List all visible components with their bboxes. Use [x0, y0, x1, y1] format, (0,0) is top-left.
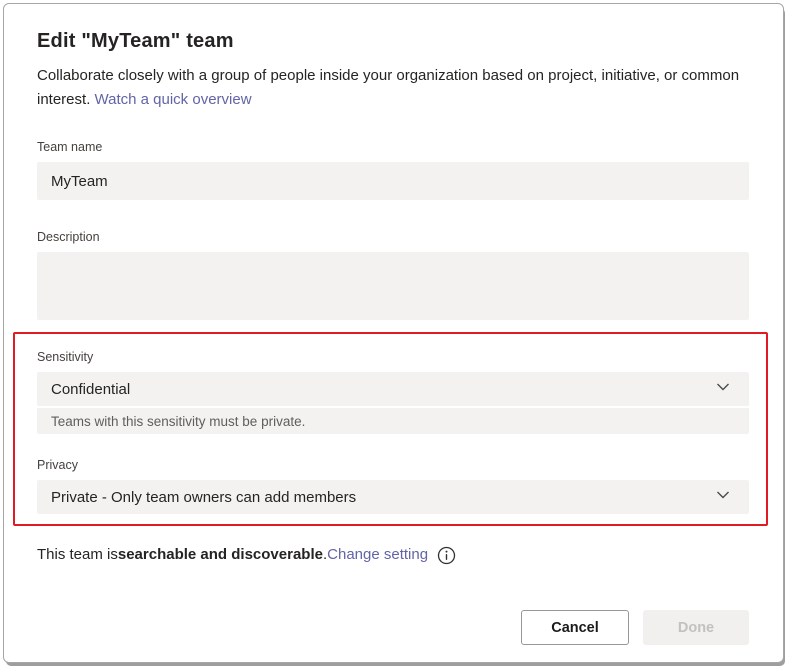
red-highlight-box: Sensitivity Confidential Teams with this…	[13, 332, 768, 526]
sensitivity-helper: Teams with this sensitivity must be priv…	[37, 408, 749, 434]
privacy-dropdown[interactable]: Private - Only team owners can add membe…	[37, 480, 749, 514]
change-setting-link[interactable]: Change setting	[327, 544, 428, 566]
dialog-title: Edit "MyTeam" team	[37, 30, 234, 52]
description-input[interactable]	[37, 252, 749, 320]
team-name-label: Team name	[37, 140, 103, 154]
dialog-actions: Cancel Done	[37, 610, 749, 645]
note-prefix: This team is	[37, 546, 118, 563]
edit-team-dialog: Edit "MyTeam" team Collaborate closely w…	[3, 3, 784, 663]
privacy-value: Private - Only team owners can add membe…	[51, 488, 357, 506]
chevron-down-icon	[715, 379, 731, 399]
note-bold: searchable and discoverable	[117, 546, 323, 563]
privacy-label: Privacy	[37, 458, 78, 472]
dialog-subtitle: Collaborate closely with a group of peop…	[37, 64, 749, 112]
description-label: Description	[37, 230, 100, 244]
chevron-down-icon	[715, 487, 731, 507]
done-button: Done	[643, 610, 749, 645]
discoverability-note: This team is searchable and discoverable…	[37, 544, 749, 566]
info-icon[interactable]	[437, 546, 456, 565]
cancel-button[interactable]: Cancel	[521, 610, 629, 645]
sensitivity-value: Confidential	[51, 380, 131, 398]
sensitivity-helper-text: Teams with this sensitivity must be priv…	[51, 413, 306, 429]
sensitivity-label: Sensitivity	[37, 350, 94, 364]
team-name-input[interactable]	[37, 162, 749, 200]
watch-overview-link[interactable]: Watch a quick overview	[95, 91, 252, 108]
sensitivity-dropdown[interactable]: Confidential	[37, 372, 749, 406]
